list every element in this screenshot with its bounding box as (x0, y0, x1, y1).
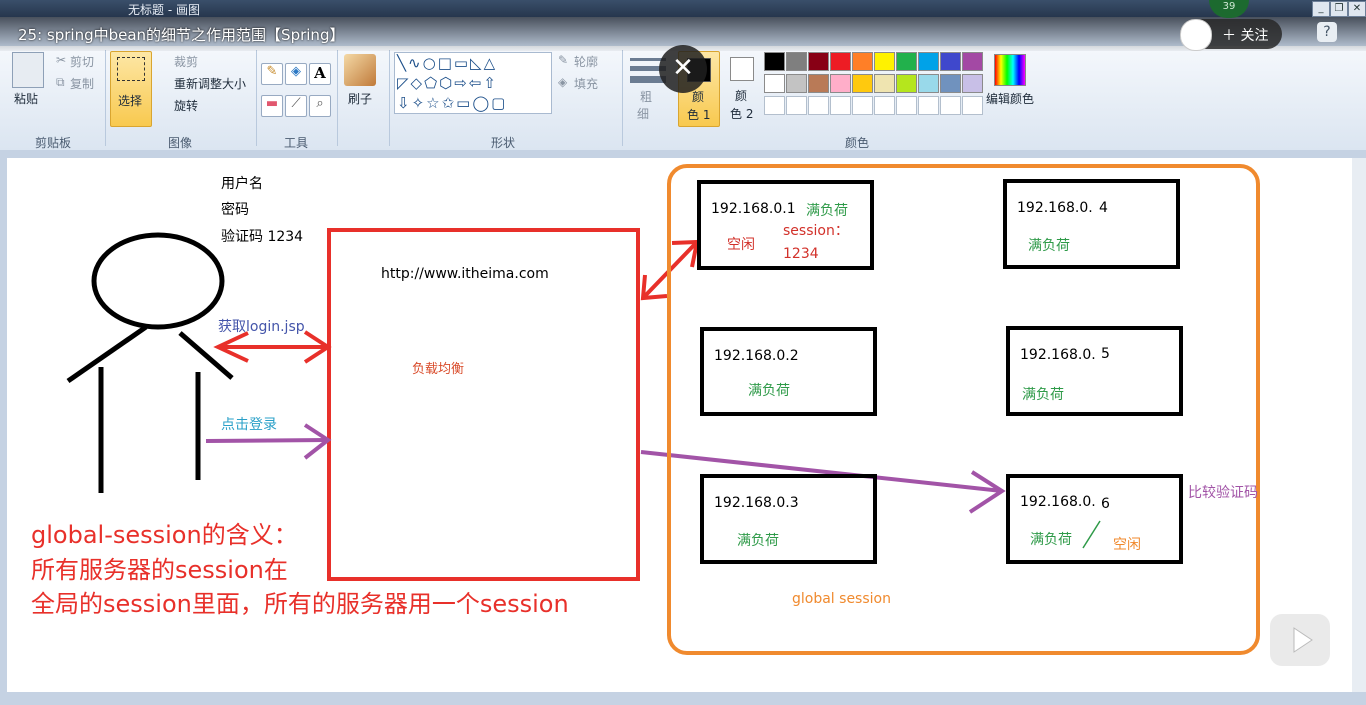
server-2-status: 满负荷 (748, 383, 790, 399)
server-5-suffix: 5 (1101, 346, 1110, 362)
server-3-ip: 192.168.0.3 (714, 495, 799, 511)
form-password: 密码 (221, 202, 249, 218)
server-3-status: 满负荷 (737, 533, 779, 549)
server-box-3 (700, 474, 877, 564)
note-line-2: 所有服务器的session在 (31, 556, 288, 584)
figure-arm-right (178, 331, 234, 380)
server-6-idle: 空闲 (1113, 537, 1141, 553)
server-1-session-value: 1234 (783, 246, 819, 262)
play-triangle (1293, 627, 1313, 653)
help-icon[interactable]: ? (1317, 22, 1337, 42)
play-icon[interactable] (1270, 614, 1330, 666)
compare-captcha-label: 比较验证码 (1188, 485, 1258, 501)
follow-label: ＋ 关注 (1222, 25, 1268, 45)
arrow-click-login (205, 438, 329, 443)
server-4-ip: 192.168.0. (1017, 200, 1093, 216)
server-6-status: 满负荷 (1030, 532, 1072, 548)
click-login-label: 点击登录 (221, 417, 277, 433)
server-1-idle: 空闲 (727, 237, 755, 253)
server-1-status: 满负荷 (806, 203, 848, 219)
global-session-label: global session (792, 591, 891, 607)
close-icon[interactable]: ✕ (659, 45, 707, 93)
avatar[interactable] (1180, 19, 1212, 51)
server-5-status: 满负荷 (1022, 387, 1064, 403)
server-4-suffix: 4 (1099, 200, 1108, 216)
server-6-ip: 192.168.0. (1020, 494, 1096, 510)
server-box-2 (700, 327, 877, 416)
arrow-head (968, 470, 1006, 514)
note-line-3: 全局的session里面，所有的服务器用一个session (31, 590, 569, 618)
slash-mark (1082, 520, 1101, 549)
server-box-6 (1006, 474, 1183, 564)
server-1-ip: 192.168.0.1 (711, 201, 796, 217)
server-5-ip: 192.168.0. (1020, 347, 1096, 363)
plus-icon: ＋ (1222, 28, 1236, 44)
server-2-ip: 192.168.0.2 (714, 348, 799, 364)
url-text: http://www.itheima.com (381, 266, 549, 282)
load-balancer-box (327, 228, 640, 581)
get-login-label: 获取login.jsp (218, 319, 305, 335)
form-captcha: 验证码 1234 (221, 229, 304, 245)
note-line-1: global-session的含义： (31, 521, 298, 549)
server-6-suffix: 6 (1101, 496, 1110, 512)
load-balance-label: 负载均衡 (412, 362, 465, 377)
server-4-status: 满负荷 (1028, 238, 1070, 254)
server-1-session: session： (783, 223, 849, 239)
arrow-lb-server6 (640, 450, 1003, 493)
figure-head (91, 232, 225, 330)
global-session-box (667, 164, 1260, 655)
figure-arm-left (66, 324, 148, 384)
follow-text: 关注 (1240, 28, 1269, 44)
video-title: 25: spring中bean的细节之作用范围【Spring】 (18, 26, 345, 44)
form-username: 用户名 (221, 176, 263, 192)
